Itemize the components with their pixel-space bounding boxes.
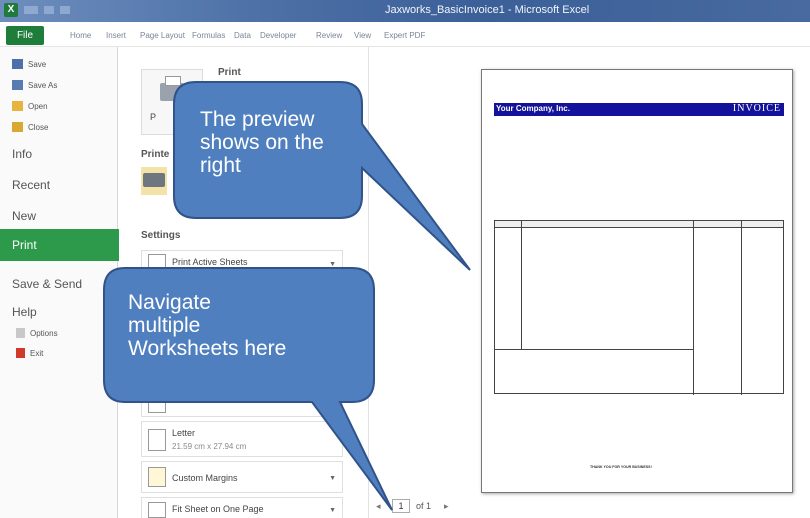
callout-preview-text: The preview shows on the right	[200, 108, 324, 177]
callout-navigate-text: Navigate multiple Worksheets here	[128, 291, 287, 360]
callout-preview-shape	[103, 81, 471, 511]
